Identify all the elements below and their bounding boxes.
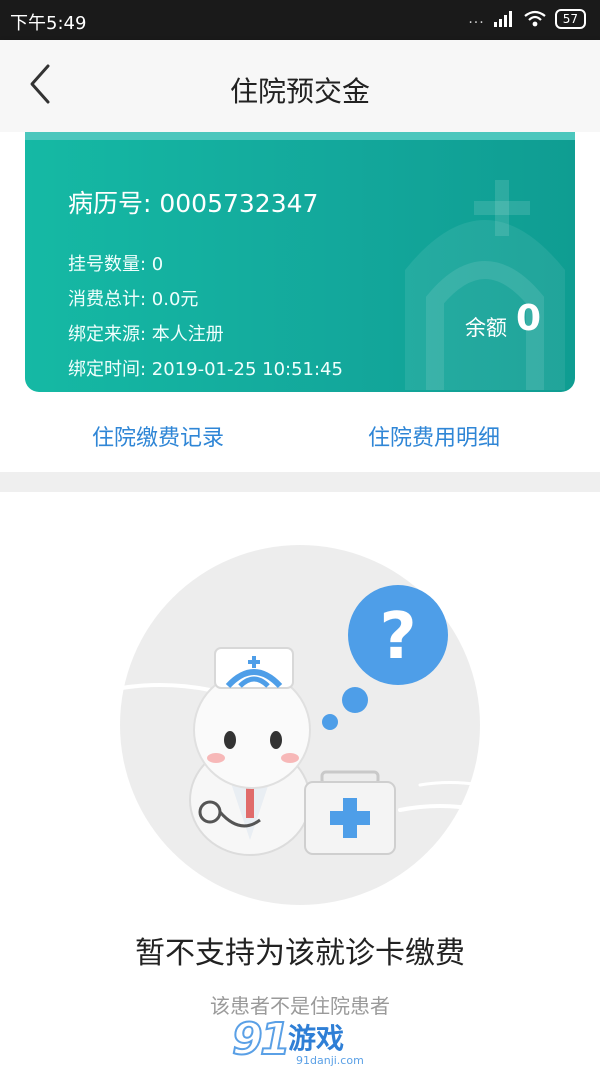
action-links: 住院缴费记录 住院费用明细 [0,412,600,460]
more-dots-icon: ... [468,11,485,27]
expense-details-link[interactable]: 住院费用明细 [368,420,500,452]
binding-source: 绑定来源: 本人注册 [68,324,224,345]
signal-icon [493,11,512,27]
watermark-brand: 游戏 [288,1022,344,1055]
brand-watermark: 9 1 游戏 91danji.com [231,1013,364,1067]
nav-bar: 住院预交金 [0,40,600,132]
svg-text:9: 9 [232,1014,263,1065]
wifi-icon [524,10,546,27]
record-number: 病历号: 0005732347 [68,189,319,218]
empty-state-title: 暂不支持为该就诊卡缴费 [135,936,465,971]
medical-card: 病历号: 0005732347 挂号数量: 0 消费总计: 0.0元 绑定来源:… [25,140,575,392]
hospital-deco-icon [405,180,565,390]
watermark-site: 91danji.com [296,1054,364,1067]
page-title: 住院预交金 [229,75,370,108]
registration-count: 挂号数量: 0 [68,254,164,275]
battery-indicator: 57 [554,9,586,29]
svg-text:?: ? [379,600,416,674]
balance-label: 余额 [465,316,507,340]
section-divider [0,472,600,492]
empty-state-illustration: ? [108,545,482,905]
svg-text:1: 1 [260,1014,291,1065]
consumption-total: 消费总计: 0.0元 [68,289,199,310]
binding-time: 绑定时间: 2019-01-25 10:51:45 [68,359,343,380]
balance-value: 0 [515,298,541,339]
status-icons: ... 57 [468,9,586,29]
status-bar: 下午5:49 ... 57 [0,0,600,40]
status-time: 下午5:49 [10,13,87,34]
payment-records-link[interactable]: 住院缴费记录 [92,420,224,452]
